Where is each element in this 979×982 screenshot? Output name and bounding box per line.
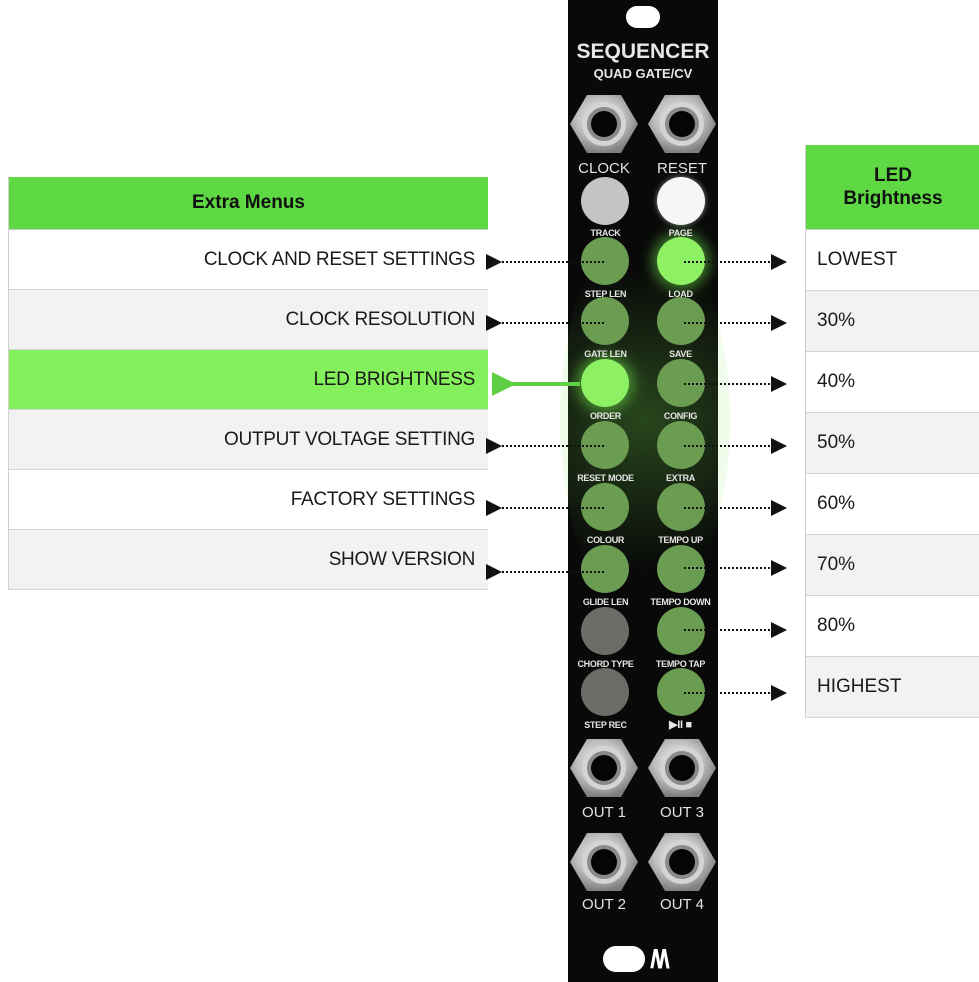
connector-arrows — [486, 254, 787, 701]
